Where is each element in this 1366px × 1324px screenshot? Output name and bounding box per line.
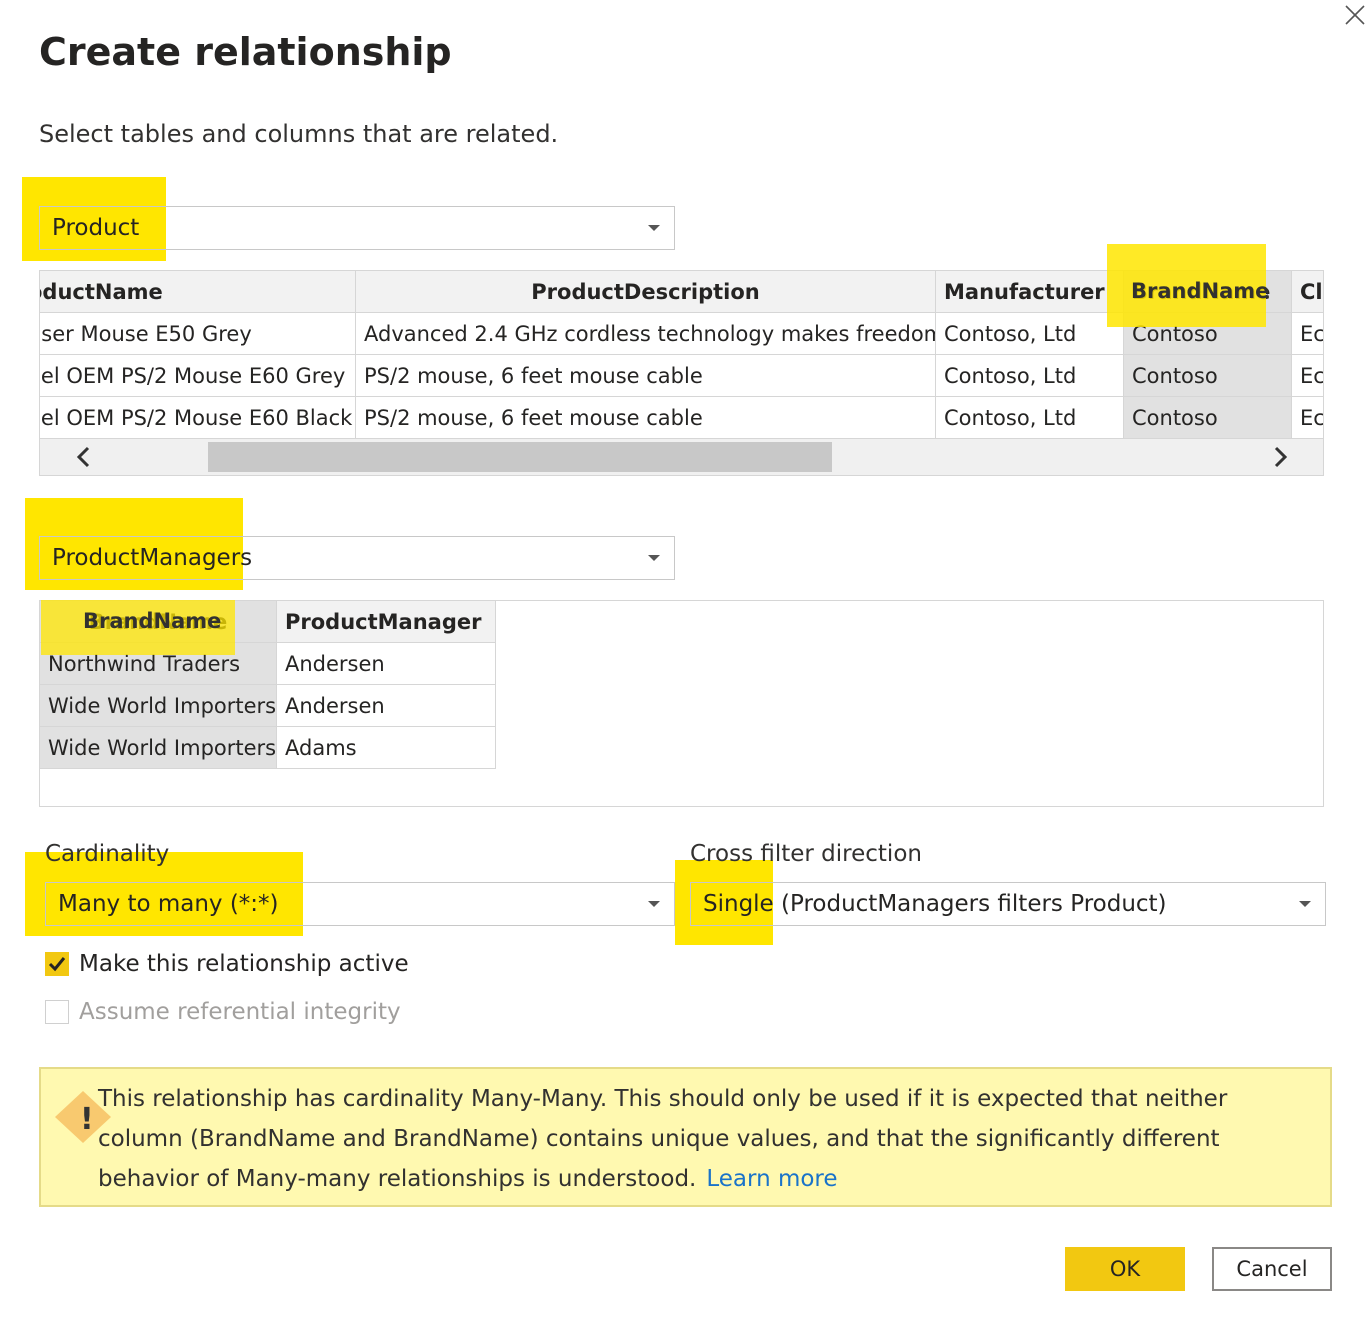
table1-col-header[interactable]: Cla xyxy=(1292,271,1323,313)
svg-text:!: ! xyxy=(80,1102,94,1137)
chevron-right-icon xyxy=(1274,446,1288,468)
table2-select[interactable]: ProductManagers xyxy=(39,536,675,580)
dialog-subtitle: Select tables and columns that are relat… xyxy=(39,120,559,148)
table-cell-selected: Contoso xyxy=(1124,355,1292,397)
integrity-checkbox[interactable] xyxy=(45,1000,69,1024)
table-cell: Contoso, Ltd xyxy=(936,355,1124,397)
chevron-down-icon xyxy=(648,901,660,907)
scroll-right-button[interactable] xyxy=(1266,443,1294,471)
cancel-button[interactable]: Cancel xyxy=(1212,1247,1332,1291)
table2-select-value: ProductManagers xyxy=(52,545,253,571)
horizontal-scrollbar[interactable] xyxy=(40,439,1323,475)
checkmark-icon xyxy=(48,957,66,972)
chevron-left-icon xyxy=(76,446,90,468)
table-cell: Ec xyxy=(1292,313,1323,355)
table-cell: user Mouse E50 Grey xyxy=(40,313,356,355)
chevron-down-icon xyxy=(648,555,660,561)
table1-select[interactable]: Product xyxy=(39,206,675,250)
crossfilter-select[interactable]: Single (ProductManagers filters Product) xyxy=(690,882,1326,926)
warning-text: This relationship has cardinality Many-M… xyxy=(98,1086,1228,1192)
integrity-checkbox-label[interactable]: Assume referential integrity xyxy=(79,999,401,1025)
table-cell: PS/2 mouse, 6 feet mouse cable xyxy=(356,355,936,397)
warning-banner: ! This relationship has cardinality Many… xyxy=(39,1067,1332,1207)
table2-col-header[interactable]: ProductManager xyxy=(277,601,496,643)
learn-more-link[interactable]: Learn more xyxy=(706,1166,837,1192)
table-cell: eel OEM PS/2 Mouse E60 Grey xyxy=(40,355,356,397)
cardinality-select[interactable]: Many to many (*:*) xyxy=(45,882,675,926)
cardinality-label: Cardinality xyxy=(45,841,170,867)
table-cell: Ec xyxy=(1292,355,1323,397)
table-cell-selected: Wide World Importers xyxy=(40,727,277,769)
table-cell-selected: Wide World Importers xyxy=(40,685,277,727)
crossfilter-value: Single (ProductManagers filters Product) xyxy=(703,891,1167,917)
close-button[interactable] xyxy=(1340,0,1366,30)
table-cell: Andersen xyxy=(277,685,496,727)
table-cell: Contoso, Ltd xyxy=(936,397,1124,439)
table-cell: Ec xyxy=(1292,397,1323,439)
chevron-down-icon xyxy=(648,225,660,231)
table1-select-value: Product xyxy=(52,215,140,241)
table1-col-header[interactable]: oductName xyxy=(40,271,356,313)
table-cell-selected: Contoso xyxy=(1124,397,1292,439)
table-cell: PS/2 mouse, 6 feet mouse cable xyxy=(356,397,936,439)
crossfilter-label: Cross filter direction xyxy=(690,841,922,867)
close-icon xyxy=(1345,5,1365,25)
table1-brandname-header-overlay: BrandName xyxy=(1131,279,1270,303)
active-checkbox-label[interactable]: Make this relationship active xyxy=(79,951,409,977)
dialog-title: Create relationship xyxy=(39,30,452,74)
table1-col-header[interactable]: ProductDescription xyxy=(356,271,936,313)
table-cell: Adams xyxy=(277,727,496,769)
table2-brandname-header-overlay: BrandName xyxy=(83,609,222,633)
scrollbar-thumb[interactable] xyxy=(208,442,832,472)
cardinality-value: Many to many (*:*) xyxy=(58,891,279,917)
table-cell: Contoso, Ltd xyxy=(936,313,1124,355)
active-checkbox[interactable] xyxy=(45,952,69,976)
chevron-down-icon xyxy=(1299,901,1311,907)
table-cell: Andersen xyxy=(277,643,496,685)
table-cell: Advanced 2.4 GHz cordless technology mak… xyxy=(356,313,936,355)
ok-button[interactable]: OK xyxy=(1065,1247,1185,1291)
table1-col-header[interactable]: Manufacturer xyxy=(936,271,1124,313)
table-cell: eel OEM PS/2 Mouse E60 Black xyxy=(40,397,356,439)
scroll-left-button[interactable] xyxy=(70,443,98,471)
